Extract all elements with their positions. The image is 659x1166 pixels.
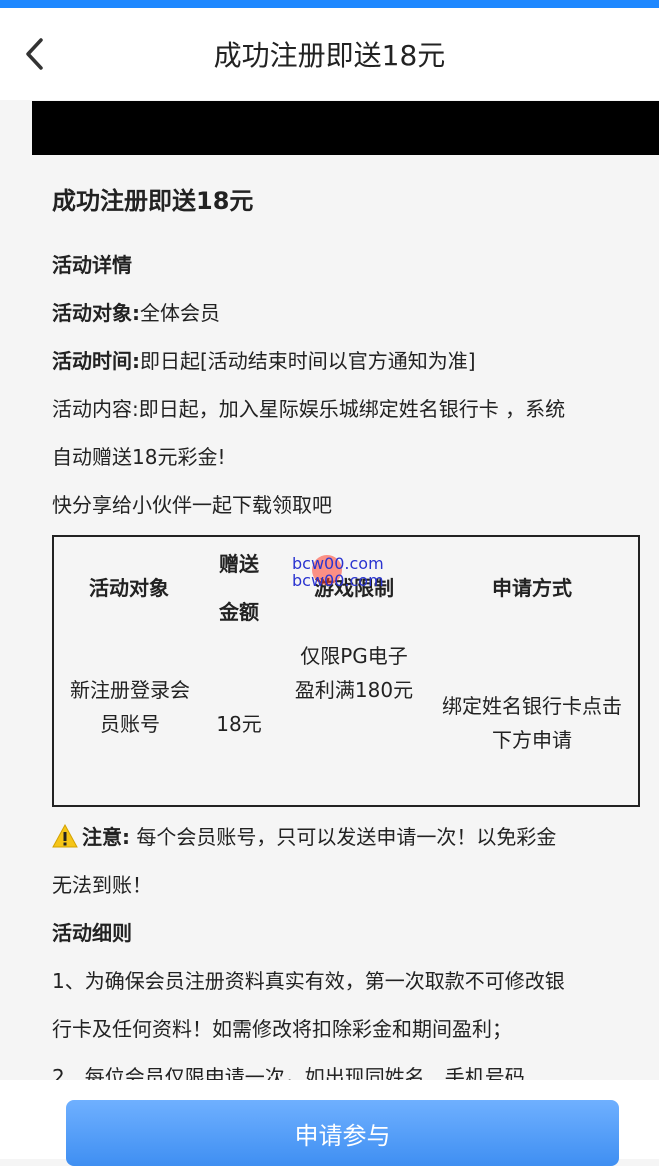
- time-label: 活动时间:: [52, 349, 140, 373]
- activity-content: 成功注册即送18元 活动详情 活动对象:全体会员 活动时间:即日起[活动结束时间…: [0, 155, 659, 1080]
- watermark: bcw00.com bcw00.com: [292, 555, 384, 589]
- table-header-method: 申请方式: [492, 576, 572, 600]
- bottom-action-bar: 申请参与: [0, 1080, 659, 1166]
- method-cell-line-2: 下方申请: [492, 728, 572, 752]
- time-value: 即日起[活动结束时间以官方通知为准]: [140, 349, 476, 373]
- table-header-amount: 金额: [219, 600, 259, 624]
- target-cell-line-1: 新注册登录会: [70, 678, 190, 702]
- limit-cell-line-1: 仅限PG电子: [300, 644, 408, 668]
- table-cell-target: 新注册登录会 员账号: [58, 673, 202, 741]
- table-header-target: 活动对象: [89, 576, 169, 600]
- target-value: 全体会员: [140, 301, 220, 325]
- promo-banner: [32, 101, 659, 155]
- table-header-gift: 赠送: [219, 552, 259, 576]
- content-line-1: 活动内容:即日起，加入星际娱乐城绑定姓名银行卡 ，系统: [52, 397, 566, 421]
- status-accent-strip: [0, 0, 659, 8]
- rule-2-line-1: 2、每位会员仅限申请一次，如出现同姓名、手机号码、: [52, 1065, 545, 1080]
- share-line: 快分享给小伙伴一起下载领取吧: [52, 493, 332, 517]
- limit-cell-line-2: 盈利满180元: [294, 678, 414, 702]
- time-line: 活动时间:即日起[活动结束时间以官方通知为准]: [52, 337, 631, 385]
- table-cell-limit: 仅限PG电子 盈利满180元: [266, 639, 442, 707]
- rules-heading: 活动细则: [52, 921, 132, 945]
- chevron-left-icon: [26, 38, 43, 70]
- nav-header: 成功注册即送18元: [0, 8, 659, 100]
- table-cell-method: 绑定姓名银行卡点击 下方申请: [428, 689, 636, 757]
- apply-button[interactable]: 申请参与: [66, 1100, 619, 1166]
- back-button[interactable]: [14, 32, 54, 76]
- warning-icon: [52, 824, 78, 848]
- target-label: 活动对象:: [52, 301, 140, 325]
- page-title: 成功注册即送18元: [213, 39, 446, 72]
- rule-1-line-2: 行卡及任何资料！如需修改将扣除彩金和期间盈利；: [52, 1017, 512, 1041]
- rule-1-line-1: 1、为确保会员注册资料真实有效，第一次取款不可修改银: [52, 969, 565, 993]
- notice-text-2: 无法到账！: [52, 873, 152, 897]
- watermark-line-1: bcw00.com: [292, 554, 384, 573]
- notice-text-1: 每个会员账号，只可以发送申请一次！以免彩金: [136, 825, 557, 849]
- method-cell-line-1: 绑定姓名银行卡点击: [442, 694, 622, 718]
- activity-table: 活动对象 赠送 金额 游戏限制 申请方式 bcw00.com bcw00.com…: [52, 535, 640, 807]
- activity-title: 成功注册即送18元: [52, 187, 254, 215]
- table-cell-amount: 18元: [216, 712, 262, 736]
- notice-label: 注意:: [82, 825, 130, 849]
- content-line-2: 自动赠送18元彩金!: [52, 445, 226, 469]
- target-cell-line-2: 员账号: [100, 712, 160, 736]
- details-heading: 活动详情: [52, 253, 132, 277]
- target-line: 活动对象:全体会员: [52, 289, 631, 337]
- watermark-line-2: bcw00.com: [292, 571, 384, 590]
- notice-block: 注意: 每个会员账号，只可以发送申请一次！以免彩金 无法到账！: [52, 813, 631, 909]
